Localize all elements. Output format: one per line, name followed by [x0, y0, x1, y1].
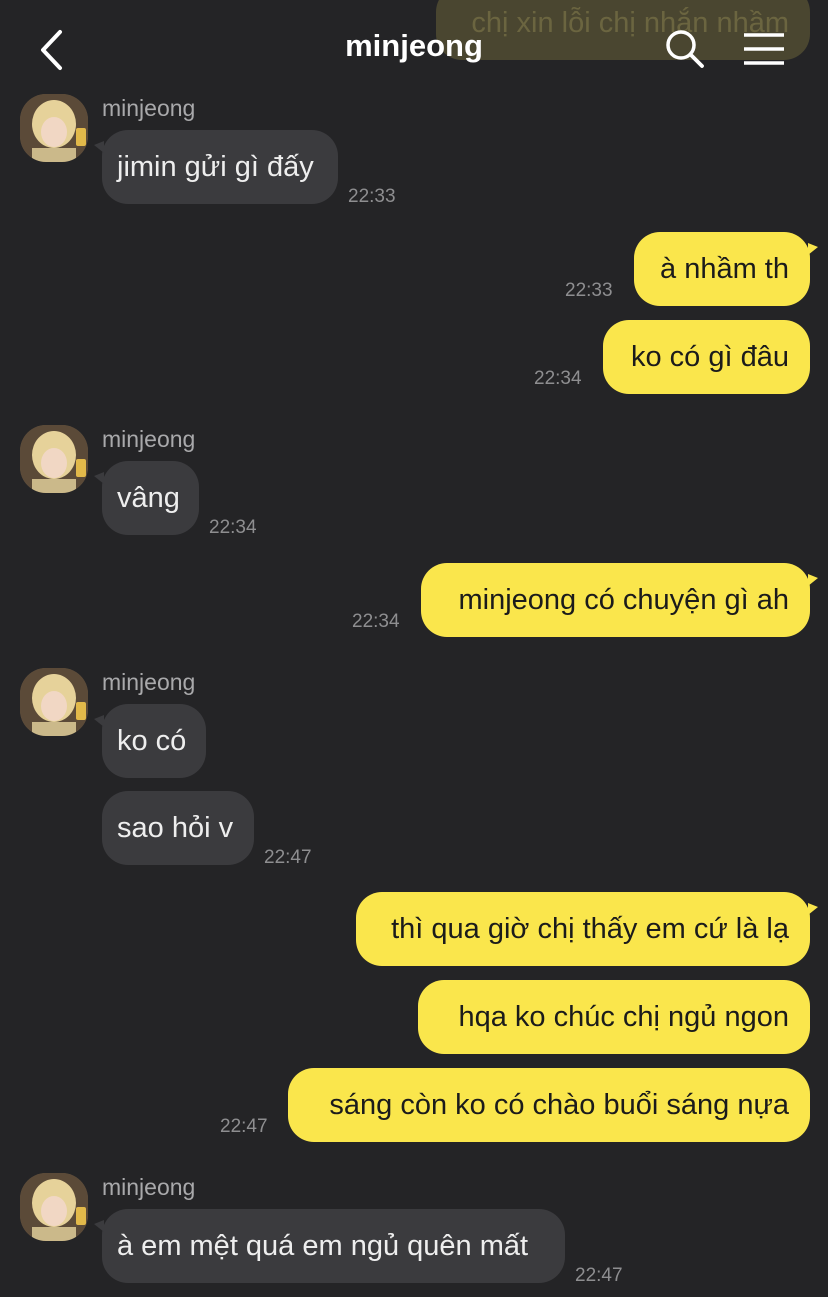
message-timestamp: 22:47 [220, 1116, 268, 1137]
avatar[interactable] [20, 94, 88, 162]
message-timestamp: 22:34 [209, 517, 257, 538]
message-bubble-incoming[interactable]: sao hỏi v [102, 791, 254, 865]
sender-name: minjeong [102, 95, 196, 121]
message-timestamp: 22:34 [352, 611, 400, 632]
message-timestamp: 22:33 [565, 280, 613, 301]
avatar[interactable] [20, 1173, 88, 1241]
message-bubble-outgoing[interactable]: minjeong có chuyện gì ah [421, 563, 818, 637]
search-icon [666, 30, 704, 68]
menu-icon [744, 33, 784, 65]
message-bubble-outgoing[interactable]: hqa ko chúc chị ngủ ngon [418, 980, 810, 1054]
message-text: jimin gửi gì đấy [117, 151, 314, 183]
message-bubble-incoming[interactable]: vâng [94, 461, 199, 535]
message-timestamp: 22:34 [534, 368, 582, 389]
message-text: ko có [117, 725, 187, 757]
header-bar: minjeong [0, 0, 828, 90]
message-text: minjeong có chuyện gì ah [458, 584, 790, 616]
message-timestamp: 22:47 [264, 847, 312, 868]
message-text: thì qua giờ chị thấy em cứ là lạ [391, 913, 789, 945]
message-bubble-incoming[interactable]: à em mệt quá em ngủ quên mất [94, 1209, 565, 1283]
message-text: sáng còn ko có chào buổi sáng nựa [329, 1089, 789, 1121]
message-text: à em mệt quá em ngủ quên mất [117, 1230, 529, 1262]
message-timestamp: 22:33 [348, 186, 396, 207]
message-bubble-outgoing[interactable]: ko có gì đâu [603, 320, 810, 394]
search-button[interactable] [662, 26, 708, 72]
message-bubble-outgoing[interactable]: thì qua giờ chị thấy em cứ là lạ [356, 892, 818, 966]
message-bubble-outgoing[interactable]: à nhầm th [634, 232, 818, 306]
sender-name: minjeong [102, 1174, 196, 1200]
message-text: à nhầm th [660, 253, 789, 285]
avatar[interactable] [20, 668, 88, 736]
message-text: sao hỏi v [117, 812, 234, 844]
menu-button[interactable] [742, 30, 786, 68]
avatar[interactable] [20, 425, 88, 493]
chat-screen: chị xin lỗi chị nhắn nhầm minjeong minje… [0, 0, 828, 1297]
sender-name: minjeong [102, 669, 196, 695]
message-bubble-outgoing[interactable]: sáng còn ko có chào buổi sáng nựa [288, 1068, 810, 1142]
message-text: hqa ko chúc chị ngủ ngon [458, 1001, 789, 1033]
message-bubble-incoming[interactable]: ko có [94, 704, 206, 778]
message-text: ko có gì đâu [631, 341, 789, 373]
sender-name: minjeong [102, 426, 196, 452]
message-text: vâng [117, 482, 180, 514]
message-bubble-incoming[interactable]: jimin gửi gì đấy [94, 130, 338, 204]
message-timestamp: 22:47 [575, 1265, 623, 1286]
